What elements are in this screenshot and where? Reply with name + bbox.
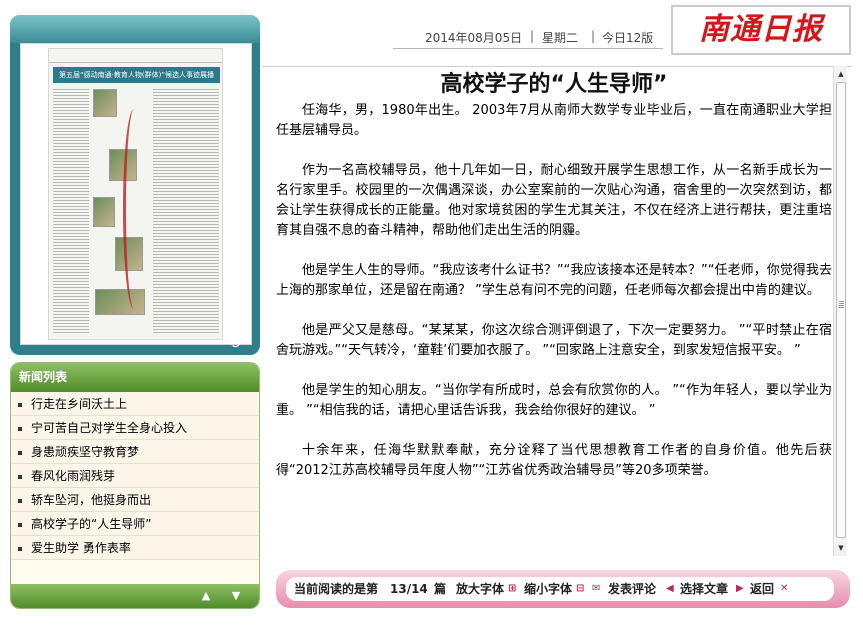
scroll-down-icon[interactable]: ▼ [229,589,243,603]
news-item-title[interactable]: 爱生助学 勇作表率 [31,541,131,555]
minus-icon[interactable]: ⊟ [576,577,584,601]
date-bar: 2014年08月05日 | 星期二 | 今日12版 [393,27,663,49]
comment-button[interactable]: 发表评论 [608,577,656,601]
news-list-title: 新闻列表 [11,363,259,392]
article-paragraph: 他是严父又是慈母。“某某某，你这次综合测评倒退了，下次一定要努力。 ”“平时禁止… [276,323,832,358]
newspaper-logo: 南通日报 [671,5,851,55]
thumbnail-photo [93,89,117,117]
article-paragraph: 作为一名高校辅导员，他十几年如一日，耐心细致开展学生思想工作，从一名新手成长为一… [276,163,832,238]
bullet-icon [18,498,22,503]
bullet-icon [18,426,22,431]
news-list-item[interactable]: 宁可苦自己对学生全身心投入 [11,416,259,440]
article-paragraph: 他是学生人生的导师。“我应该考什么证书？”“我应该接本还是转本？”“任老师，你觉… [276,263,832,298]
news-list: 行走在乡间沃土上 宁可苦自己对学生全身心投入 身患顽疾坚守教育梦 春风化雨润残芽… [11,392,259,560]
zoom-in-button[interactable]: 放大字体 [456,577,504,601]
article-body: 高校学子的“人生导师” 任海华，男，1980年出生。 2003年7月从南师大数学… [276,69,832,555]
thumbnail-photo [93,197,115,227]
scrollbar-thumb[interactable] [836,82,846,538]
thumbnail-banner: 第五届“感动南通·教育人物(群体)”候选人事迹展播 [53,67,220,83]
news-list-footer: ▲ ▼ [11,584,259,608]
bullet-icon [18,474,22,479]
page-thumbnail[interactable]: 第五届“感动南通·教育人物(群体)”候选人事迹展播 [20,43,252,345]
back-button[interactable]: 返回 [750,577,774,601]
news-list-item[interactable]: 高校学子的“人生导师” [11,512,259,536]
article-title: 高校学子的“人生导师” [440,72,668,97]
close-icon[interactable]: ✕ [780,577,788,601]
newspaper-page-image[interactable]: 第五届“感动南通·教育人物(群体)”候选人事迹展播 [48,48,223,340]
news-list-item[interactable]: 春风化雨润残芽 [11,464,259,488]
reading-position-unit: 篇 [434,582,447,596]
envelope-icon[interactable]: ✉ [592,577,600,601]
scroll-up-arrow-icon[interactable]: ▲ [835,67,847,81]
article-panel: 高校学子的“人生导师” 任海华，男，1980年出生。 2003年7月从南师大数学… [262,66,852,556]
bullet-icon [18,402,22,407]
chevron-right-icon[interactable]: ▶ [736,577,744,601]
news-list-item[interactable]: 爱生助学 勇作表率 [11,536,259,560]
reader-toolbar: 当前阅读的是第 13/14 篇 放大字体 ⊞ 缩小字体 ⊟ ✉ 发表评论 ◀ 选… [276,570,850,608]
page-thumbnail-panel: 第五届“感动南通·教育人物(群体)”候选人事迹展播 ⟲ [10,15,260,355]
scroll-up-icon[interactable]: ▲ [199,589,213,603]
reading-position: 13/14 [390,582,428,596]
news-list-item[interactable]: 轿车坠河，他挺身而出 [11,488,259,512]
bullet-icon [18,522,22,527]
separator: | [591,29,596,43]
news-list-item[interactable]: 身患顽疾坚守教育梦 [11,440,259,464]
news-item-title[interactable]: 身患顽疾坚守教育梦 [31,445,139,459]
news-item-title[interactable]: 行走在乡间沃土上 [31,397,127,411]
bullet-icon [18,546,22,551]
bullet-icon [18,450,22,455]
scroll-down-arrow-icon[interactable]: ▼ [835,541,847,555]
reading-position-label: 当前阅读的是第 [294,582,379,596]
thumbnail-ribbon-graphic [123,109,145,309]
article-paragraph: 任海华，男，1980年出生。 2003年7月从南师大数学专业毕业后，一直在南通职… [276,103,832,138]
weekday: 星期二 [542,31,579,45]
page-count: 今日12版 [602,31,654,45]
plus-icon[interactable]: ⊞ [508,577,516,601]
chevron-left-icon[interactable]: ◀ [666,577,674,601]
thumbnail-page-header [49,49,222,63]
news-list-item[interactable]: 行走在乡间沃土上 [11,392,259,416]
scrollbar-grip [839,301,844,309]
thumbnail-text-column [53,89,89,335]
select-article-button[interactable]: 选择文章 [680,577,728,601]
epaper-reader: 第五届“感动南通·教育人物(群体)”候选人事迹展播 ⟲ 新闻列表 行走在乡间沃土… [0,0,863,628]
article-paragraph: 他是学生的知心朋友。“当你学有所成时，总会有欣赏你的人。 ”“作为年轻人，要以学… [276,383,832,418]
news-item-title[interactable]: 轿车坠河，他挺身而出 [31,493,151,507]
toolbar-inner: 当前阅读的是第 13/14 篇 放大字体 ⊞ 缩小字体 ⊟ ✉ 发表评论 ◀ 选… [286,577,834,601]
news-item-title[interactable]: 高校学子的“人生导师” [31,517,151,531]
refresh-icon[interactable]: ⟲ [224,335,244,351]
thumbnail-text-column [153,89,219,335]
news-item-title[interactable]: 春风化雨润残芽 [31,469,115,483]
separator: | [530,29,535,43]
news-list-panel: 新闻列表 行走在乡间沃土上 宁可苦自己对学生全身心投入 身患顽疾坚守教育梦 春风… [10,362,260,609]
issue-date: 2014年08月05日 [425,31,523,45]
article-scrollbar[interactable]: ▲ ▼ [833,66,847,556]
article-paragraph: 十余年来，任海华默默奉献，充分诠释了当代思想教育工作者的自身价值。他先后获得“2… [276,443,832,478]
zoom-out-button[interactable]: 缩小字体 [524,577,572,601]
news-item-title[interactable]: 宁可苦自己对学生全身心投入 [31,421,187,435]
thumbnail-panel-header [10,15,260,43]
